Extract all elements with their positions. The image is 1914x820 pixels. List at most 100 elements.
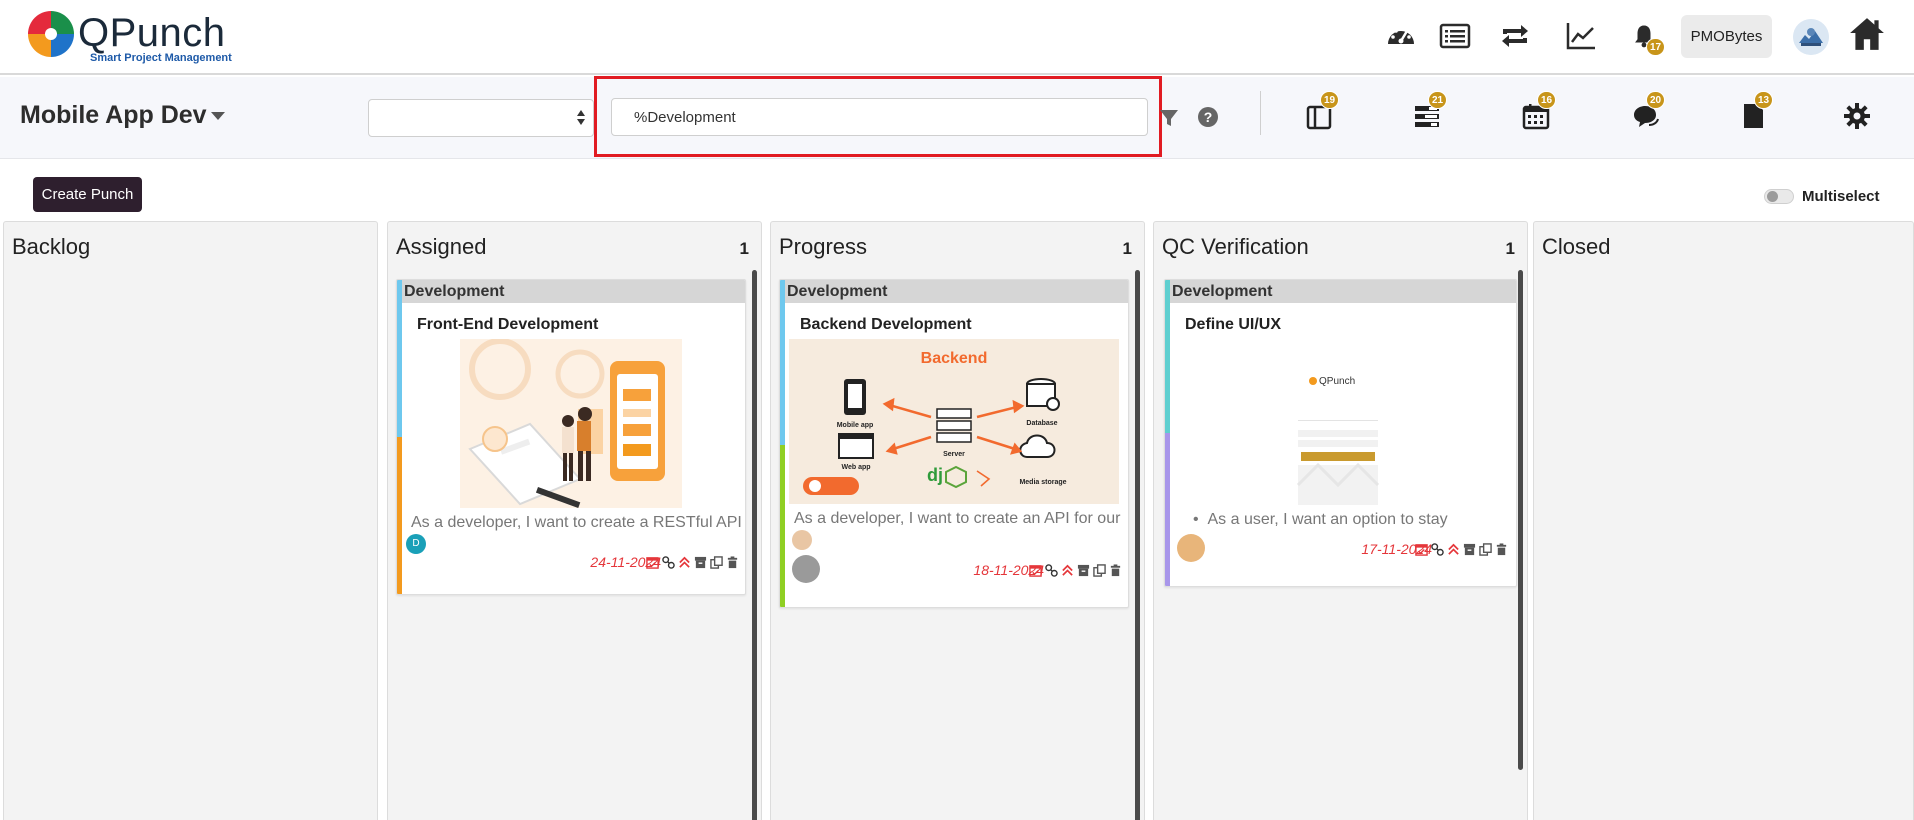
assignee-avatar[interactable]	[792, 555, 820, 583]
card-description: As a developer, I want to create an API …	[794, 510, 1121, 527]
reporter-avatar[interactable]	[792, 530, 812, 550]
punch-list-badge: 19	[1320, 91, 1340, 109]
column-assigned: Assigned 1 Development Front-End Develop…	[387, 221, 762, 820]
project-title[interactable]: Mobile App Dev	[20, 101, 207, 130]
link-icon[interactable]	[1431, 543, 1444, 556]
card-status-bar	[1165, 280, 1170, 433]
user-menu-button[interactable]: PMOBytes	[1681, 15, 1772, 58]
filter-select[interactable]	[368, 99, 594, 137]
card-footer: 18-11-2024	[780, 528, 1128, 590]
notification-badge: 17	[1646, 38, 1666, 56]
card-description: As a developer, I want to create a RESTf…	[411, 514, 742, 531]
column-title: Backlog	[12, 234, 91, 259]
card-illustration[interactable]: QPunch	[1285, 340, 1396, 505]
card-title: Define UI/UX	[1185, 316, 1282, 333]
svg-text:dj: dj	[927, 465, 943, 485]
card-category: Development	[397, 280, 745, 303]
column-count: 1	[1122, 239, 1132, 258]
stack-badge: 21	[1428, 91, 1448, 109]
card-title: Front-End Development	[417, 316, 599, 333]
punch-list-icon[interactable]: 19	[1302, 91, 1340, 133]
archive-icon[interactable]	[1077, 564, 1090, 577]
search-input[interactable]	[611, 98, 1148, 136]
card-description: • As a user, I want an option to stay	[1193, 511, 1448, 528]
top-bar: QPunch Smart Project Management 17 PMOBy…	[0, 0, 1914, 75]
archive-icon[interactable]	[694, 556, 707, 569]
logo-mark-icon	[28, 11, 74, 57]
user-avatar[interactable]	[1793, 19, 1829, 55]
column-title: Progress	[779, 234, 868, 259]
link-icon[interactable]	[1045, 564, 1058, 577]
card-actions	[1029, 564, 1122, 577]
svg-text:?: ?	[1204, 109, 1213, 125]
trash-icon[interactable]	[1109, 564, 1122, 577]
column-title: Closed	[1542, 234, 1611, 259]
column-qc-verification: QC Verification 1 Development Define UI/…	[1153, 221, 1528, 820]
link-icon[interactable]	[662, 556, 675, 569]
multiselect-toggle-group: Multiselect	[1764, 187, 1914, 207]
chat-badge: 20	[1646, 91, 1666, 109]
sync-icon[interactable]	[1497, 18, 1533, 54]
copy-icon[interactable]	[1093, 564, 1106, 577]
column-scrollbar[interactable]	[1135, 270, 1140, 820]
assignee-avatar[interactable]	[1177, 534, 1205, 562]
card-title: Backend Development	[800, 316, 972, 333]
column-scrollbar[interactable]	[752, 270, 757, 820]
illustration-logo: QPunch	[1319, 376, 1355, 387]
trash-icon[interactable]	[1495, 543, 1508, 556]
card-status-bar	[397, 280, 402, 437]
list-view-icon[interactable]	[1437, 18, 1473, 54]
column-count: 1	[739, 239, 749, 258]
select-arrows-icon	[577, 109, 585, 127]
column-closed: Closed	[1533, 221, 1914, 820]
illustration-label: Server	[943, 451, 965, 458]
priority-high-icon	[1062, 564, 1073, 576]
card-illustration[interactable]: Backend Mobile app Web app Server Databa…	[789, 339, 1119, 504]
column-backlog: Backlog	[3, 221, 378, 820]
column-title: QC Verification	[1162, 234, 1309, 259]
calendar-check-icon[interactable]	[1029, 564, 1042, 577]
dashboard-icon[interactable]	[1383, 18, 1419, 54]
stack-icon[interactable]: 21	[1410, 91, 1448, 133]
card-footer: D 24-11-2024	[397, 532, 745, 578]
calendar-icon[interactable]: 16	[1519, 91, 1557, 133]
calendar-check-icon[interactable]	[646, 556, 659, 569]
gear-icon[interactable]	[1840, 99, 1874, 133]
assignee-avatar[interactable]: D	[406, 534, 426, 554]
card-actions	[1415, 543, 1508, 556]
project-toolbar: Mobile App Dev ? 19 21 16 20 13	[0, 76, 1914, 159]
toolbar-divider	[1260, 91, 1261, 135]
document-icon[interactable]: 13	[1736, 91, 1774, 133]
filter-icon[interactable]	[1158, 107, 1180, 129]
card-category: Development	[780, 280, 1128, 303]
column-progress: Progress 1 Development Backend Developme…	[770, 221, 1145, 820]
punch-card[interactable]: Development Front-End Development As a d…	[396, 279, 746, 595]
card-illustration[interactable]	[460, 339, 682, 508]
archive-icon[interactable]	[1463, 543, 1476, 556]
card-actions	[646, 556, 739, 569]
card-status-bar	[780, 280, 785, 445]
analytics-icon[interactable]	[1563, 18, 1599, 54]
trash-icon[interactable]	[726, 556, 739, 569]
copy-icon[interactable]	[1479, 543, 1492, 556]
column-title: Assigned	[396, 234, 487, 259]
punch-card[interactable]: Development Backend Development Backend …	[779, 279, 1129, 608]
create-punch-button[interactable]: Create Punch	[33, 177, 142, 212]
illustration-label: Web app	[841, 464, 870, 471]
project-dropdown-caret-icon[interactable]	[211, 112, 225, 120]
priority-high-icon	[679, 556, 690, 568]
multiselect-toggle[interactable]	[1764, 189, 1794, 204]
notification-bell-icon[interactable]: 17	[1626, 18, 1666, 56]
column-scrollbar[interactable]	[1518, 270, 1523, 770]
home-icon[interactable]	[1847, 14, 1887, 54]
qpunch-logo[interactable]: QPunch Smart Project Management	[26, 9, 246, 67]
punch-card[interactable]: Development Define UI/UX QPunch • As a u…	[1164, 279, 1517, 587]
card-category: Development	[1165, 280, 1516, 303]
calendar-check-icon[interactable]	[1415, 543, 1428, 556]
chat-icon[interactable]: 20	[1628, 91, 1666, 133]
copy-icon[interactable]	[710, 556, 723, 569]
illustration-label: Database	[1026, 420, 1057, 427]
help-icon[interactable]: ?	[1197, 106, 1219, 128]
multiselect-label: Multiselect	[1802, 188, 1880, 205]
illustration-heading: Backend	[921, 350, 988, 367]
